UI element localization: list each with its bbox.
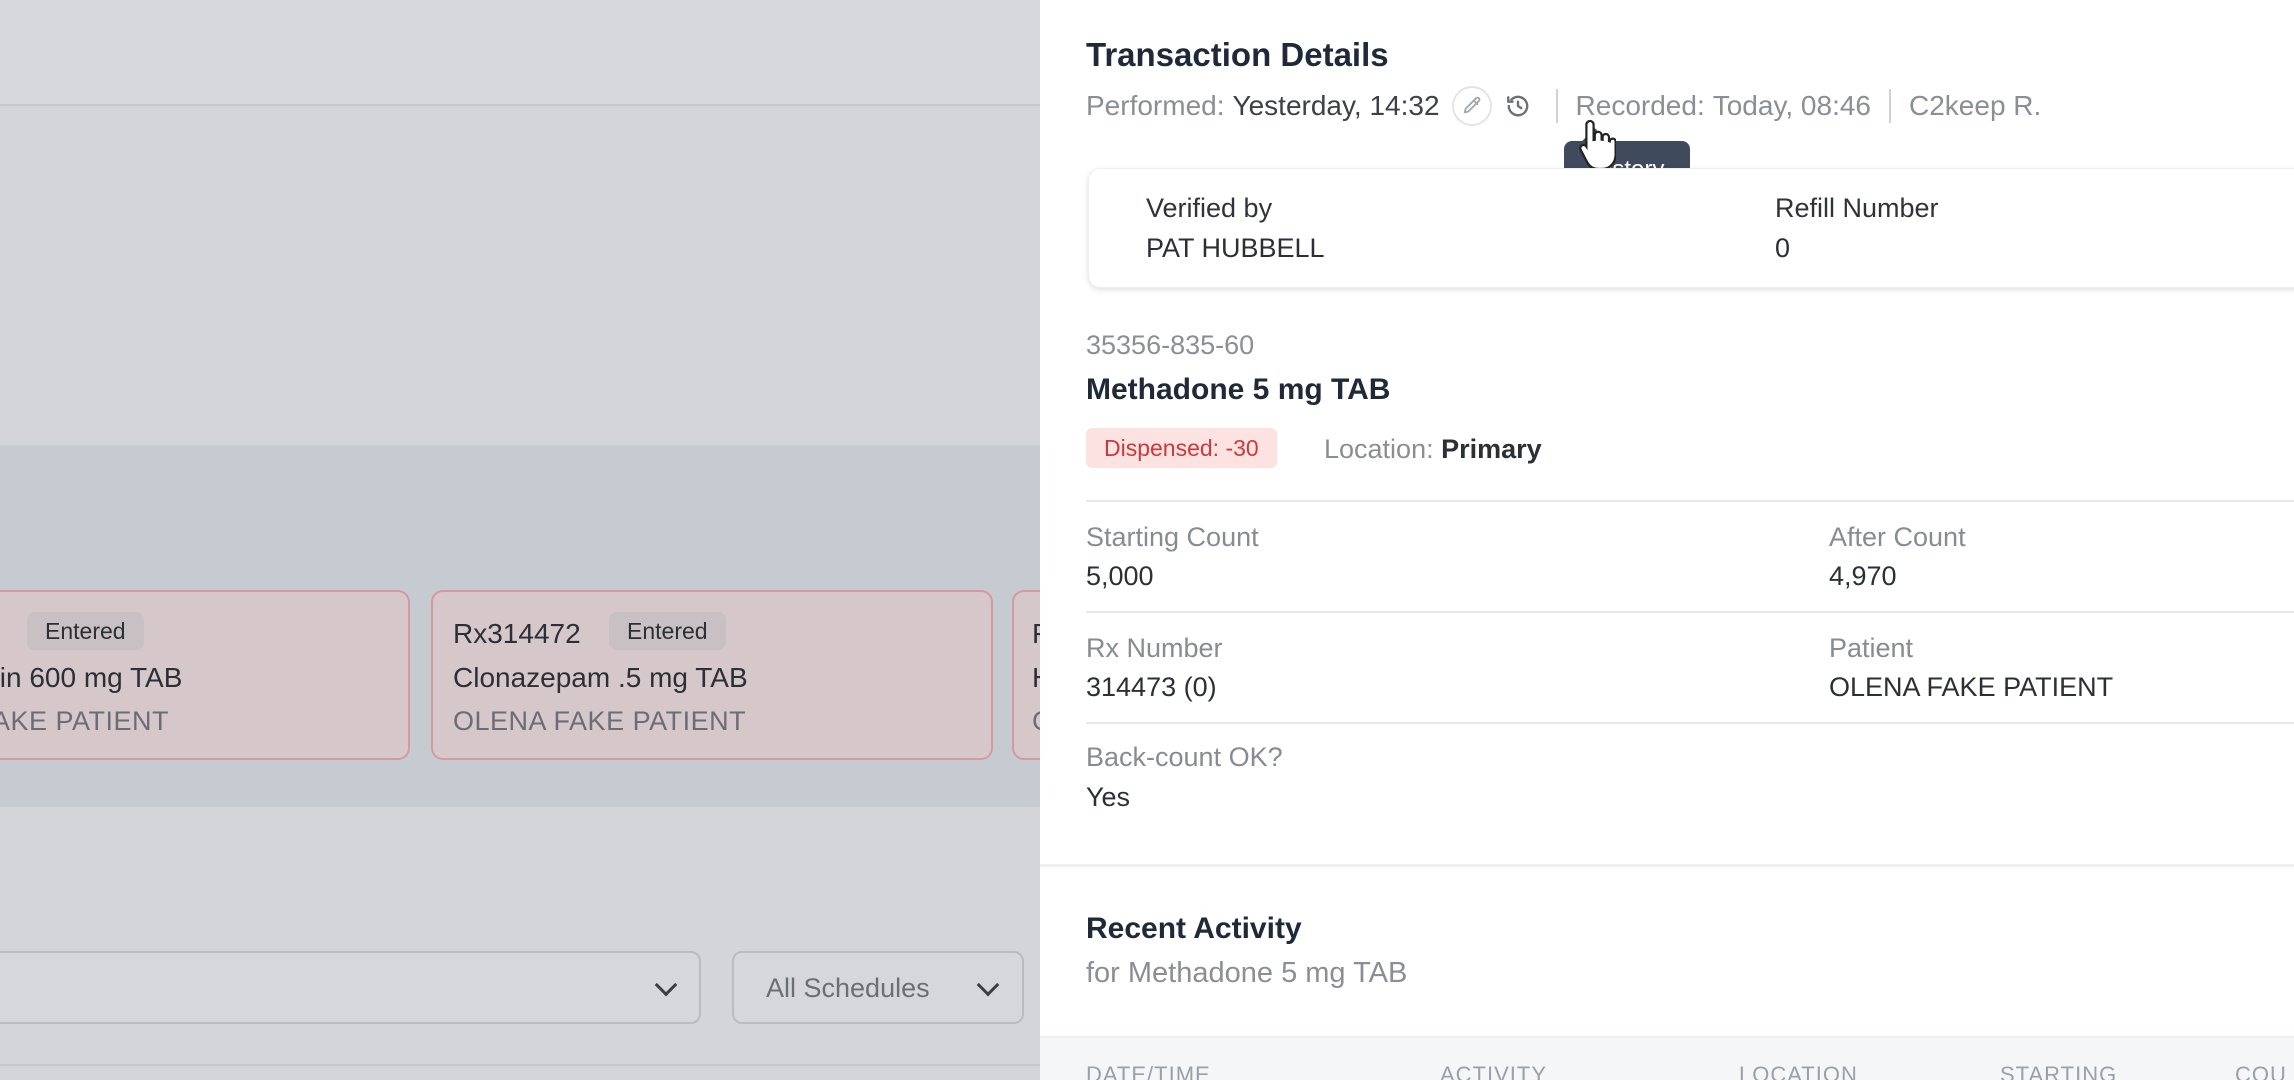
backcount-label: Back-count OK? bbox=[1086, 742, 1283, 772]
divider bbox=[1086, 500, 2294, 502]
pointer-hand-cursor-icon bbox=[1579, 119, 1616, 171]
background-header-bar bbox=[0, 0, 1040, 106]
rx-card-drug: Clonazepam .5 mg TAB bbox=[453, 662, 748, 693]
refill-number-value: 0 bbox=[1775, 233, 1791, 263]
verified-by-label: Verified by bbox=[1146, 193, 1273, 223]
background-page-overlay: Entered tin 600 mg TAB AKE PATIENT Rx314… bbox=[0, 0, 1040, 1080]
recent-activity-subtitle: for Methadone 5 mg TAB bbox=[1086, 957, 1408, 989]
rx-card[interactable]: Rx314472 Entered Clonazepam .5 mg TAB OL… bbox=[431, 590, 993, 760]
patient-value: OLENA FAKE PATIENT bbox=[1829, 672, 2114, 702]
recent-activity-title: Recent Activity bbox=[1086, 912, 1302, 945]
performed-label: Performed: bbox=[1086, 90, 1225, 121]
recorded-by: C2keep R. bbox=[1909, 90, 2042, 121]
rx-card-drug: tin 600 mg TAB bbox=[0, 662, 183, 693]
location-info: Location: Primary bbox=[1324, 434, 1542, 465]
column-header-count[interactable]: COU bbox=[2235, 1062, 2287, 1080]
rx-card-number: Rx314472 bbox=[453, 618, 581, 649]
dispensed-badge: Dispensed: -30 bbox=[1086, 428, 1277, 468]
chevron-down-icon bbox=[976, 973, 1000, 997]
transaction-meta-row: Performed: Yesterday, 14:32 Recorded: To… bbox=[1086, 86, 2042, 126]
backcount-value: Yes bbox=[1086, 782, 1131, 812]
patient-label: Patient bbox=[1829, 633, 1914, 663]
meta-separator bbox=[1555, 89, 1558, 123]
recorded-value: Today, 08:46 bbox=[1712, 90, 1871, 121]
activity-table-header: DATE/TIME ACTIVITY LOCATION STARTING COU bbox=[1040, 1036, 2294, 1080]
divider bbox=[1086, 722, 2294, 724]
rx-card-status-badge: Entered bbox=[27, 612, 144, 650]
filter-select[interactable] bbox=[0, 951, 701, 1024]
rx-card-number: F bbox=[1032, 618, 1040, 650]
rx-card-status-badge: Entered bbox=[609, 612, 726, 650]
rx-card-patient: C bbox=[1032, 706, 1040, 737]
column-header-activity[interactable]: ACTIVITY bbox=[1440, 1062, 1547, 1080]
verified-by-value: PAT HUBBELL bbox=[1146, 233, 1325, 263]
ndc-code: 35356-835-60 bbox=[1086, 330, 1255, 360]
rx-card-patient: OLENA FAKE PATIENT bbox=[453, 706, 747, 736]
after-count-value: 4,970 bbox=[1829, 561, 1897, 591]
drug-name: Methadone 5 mg TAB bbox=[1086, 373, 1391, 406]
starting-count-label: Starting Count bbox=[1086, 522, 1259, 552]
background-divider bbox=[0, 1064, 1040, 1066]
rx-card[interactable]: F H C bbox=[1012, 590, 1040, 760]
history-clock-icon[interactable] bbox=[1498, 86, 1538, 126]
refill-number-label: Refill Number bbox=[1775, 193, 1939, 223]
location-label: Location: bbox=[1324, 434, 1434, 464]
after-count-label: After Count bbox=[1829, 522, 1966, 552]
rx-card-patient: AKE PATIENT bbox=[0, 706, 170, 736]
rx-number-label: Rx Number bbox=[1086, 633, 1223, 663]
chevron-down-icon bbox=[654, 973, 678, 997]
location-value: Primary bbox=[1441, 434, 1542, 464]
column-header-starting[interactable]: STARTING bbox=[2000, 1062, 2117, 1080]
drawer-title: Transaction Details bbox=[1086, 36, 1389, 73]
edit-pencil-icon[interactable] bbox=[1451, 86, 1492, 126]
verification-card: Verified by PAT HUBBELL Refill Number 0 bbox=[1088, 168, 2294, 288]
rx-card-drug: H bbox=[1032, 662, 1040, 694]
column-header-datetime[interactable]: DATE/TIME bbox=[1086, 1062, 1211, 1080]
rx-number-value: 314473 (0) bbox=[1086, 672, 1217, 702]
meta-separator bbox=[1889, 89, 1891, 123]
section-divider bbox=[1040, 864, 2294, 867]
starting-count-value: 5,000 bbox=[1086, 561, 1154, 591]
column-header-location[interactable]: LOCATION bbox=[1739, 1062, 1858, 1080]
rx-card[interactable]: Entered tin 600 mg TAB AKE PATIENT bbox=[0, 590, 410, 760]
schedule-filter-value: All Schedules bbox=[766, 973, 930, 1003]
schedule-filter-select[interactable]: All Schedules bbox=[732, 951, 1024, 1024]
performed-value: Yesterday, 14:32 bbox=[1232, 90, 1440, 121]
transaction-details-drawer: Transaction Details Performed: Yesterday… bbox=[1040, 0, 2294, 1080]
divider bbox=[1086, 611, 2294, 613]
